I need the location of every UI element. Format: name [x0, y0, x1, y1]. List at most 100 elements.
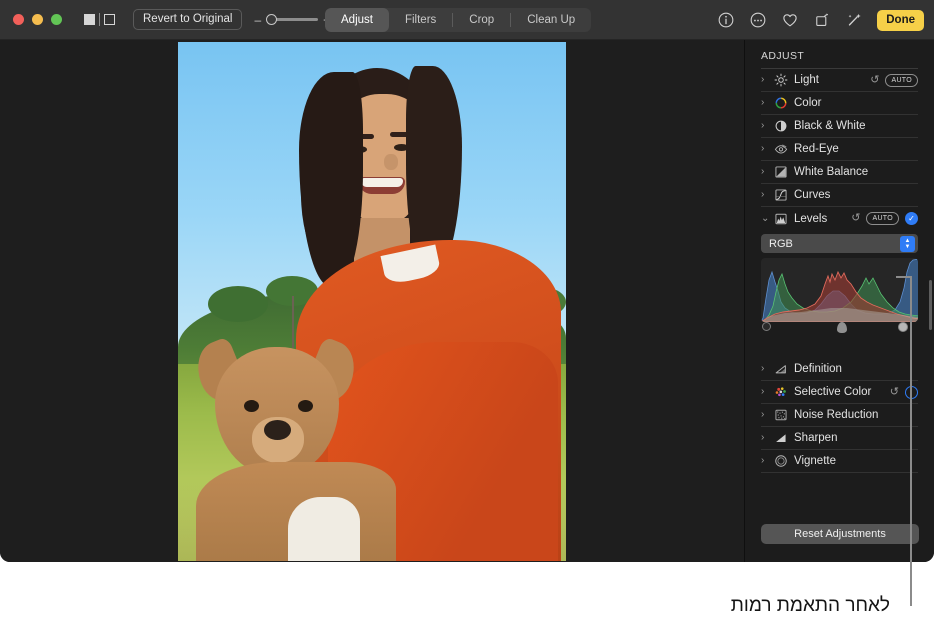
rotate-icon[interactable]: [813, 11, 831, 29]
chevron-updown-icon[interactable]: ▲▼: [900, 236, 915, 252]
zoom-slider[interactable]: – +: [254, 15, 330, 25]
chevron-right-icon[interactable]: ›: [761, 410, 770, 420]
close-window-button[interactable]: [13, 14, 24, 25]
tree: [208, 286, 268, 322]
chevron-right-icon[interactable]: ›: [761, 121, 770, 131]
nose: [384, 154, 398, 170]
half-circle-icon: [773, 119, 788, 134]
chevron-right-icon[interactable]: ›: [761, 144, 770, 154]
sidebar-scrollbar[interactable]: [929, 280, 932, 330]
sidebar-item-levels[interactable]: ⌄ Levels ↺ AUTO ✓: [761, 207, 918, 230]
favorite-heart-icon[interactable]: [781, 11, 799, 29]
selective-color-icon: [773, 385, 788, 400]
sidebar-item-label: Black & White: [794, 120, 918, 132]
sidebar-item-red-eye[interactable]: › Red-Eye: [761, 138, 918, 161]
toolbar-right-actions: Done: [717, 0, 924, 40]
curves-icon: [773, 188, 788, 203]
chevron-right-icon[interactable]: ›: [761, 167, 770, 177]
tab-clean-up[interactable]: Clean Up: [511, 8, 591, 32]
view-mode-toggle[interactable]: [84, 13, 115, 26]
sidebar-item-sharpen[interactable]: › Sharpen: [761, 427, 918, 450]
single-view-icon[interactable]: [84, 14, 95, 25]
chevron-right-icon[interactable]: ›: [761, 387, 770, 397]
color-wheel-icon: [773, 96, 788, 111]
vignette-circle-icon: [773, 454, 788, 469]
zoom-out-icon[interactable]: –: [254, 15, 261, 25]
chevron-right-icon[interactable]: ›: [761, 75, 770, 85]
levels-enabled-checkmark[interactable]: ✓: [905, 212, 918, 225]
auto-enhance-wand-icon[interactable]: [845, 11, 863, 29]
sidebar-item-white-balance[interactable]: › White Balance: [761, 161, 918, 184]
auto-badge[interactable]: AUTO: [885, 74, 918, 87]
zoom-slider-knob[interactable]: [266, 14, 277, 25]
definition-triangle-icon: [773, 362, 788, 377]
sidebar-item-color[interactable]: › Color: [761, 92, 918, 115]
levels-channel-value: RGB: [769, 238, 793, 250]
white-balance-icon: [773, 165, 788, 180]
sharpen-triangle-icon: [773, 431, 788, 446]
dog-eye: [244, 400, 259, 412]
callout-bracket: [896, 276, 912, 606]
divider: [99, 13, 100, 26]
sidebar-item-label: Color: [794, 97, 918, 109]
sidebar-item-label: Selective Color: [794, 386, 890, 398]
zoom-slider-track[interactable]: [266, 18, 318, 21]
tree-trunk: [292, 296, 294, 348]
toolbar: Revert to Original – + Adjust Filters Cr…: [0, 0, 934, 40]
photo-preview-image[interactable]: [178, 42, 566, 561]
levels-slider-track[interactable]: [761, 322, 918, 336]
revert-to-original-button[interactable]: Revert to Original: [133, 9, 242, 30]
sidebar-item-black-and-white[interactable]: › Black & White: [761, 115, 918, 138]
sidebar-item-noise-reduction[interactable]: › Noise Reduction: [761, 404, 918, 427]
dog-eye: [298, 400, 313, 412]
sidebar-item-definition[interactable]: › Definition: [761, 358, 918, 381]
teeth: [361, 178, 403, 187]
tab-adjust[interactable]: Adjust: [325, 8, 389, 32]
chevron-down-icon[interactable]: ⌄: [761, 214, 770, 224]
levels-histogram[interactable]: [761, 258, 918, 322]
sidebar-item-label: Levels: [794, 213, 851, 225]
sidebar-item-selective-color[interactable]: › Selective Color ↺: [761, 381, 918, 404]
editor-mode-tabs: Adjust Filters Crop Clean Up: [325, 8, 591, 32]
sidebar-item-light[interactable]: › Light ↺ AUTO: [761, 69, 918, 92]
chevron-right-icon[interactable]: ›: [761, 98, 770, 108]
info-icon[interactable]: [717, 11, 735, 29]
mouth: [359, 177, 405, 194]
row-controls: ↺ AUTO ✓: [851, 212, 918, 225]
dog-nose: [264, 420, 291, 440]
sidebar-item-vignette[interactable]: › Vignette: [761, 450, 918, 473]
reset-icon[interactable]: ↺: [870, 75, 879, 86]
chevron-right-icon[interactable]: ›: [761, 456, 770, 466]
zoom-window-button[interactable]: [51, 14, 62, 25]
noise-reduction-icon: [773, 408, 788, 423]
eye-crossed-icon: [773, 142, 788, 157]
sidebar-item-label: Light: [794, 74, 870, 86]
levels-histogram-icon: [773, 211, 788, 226]
sidebar-item-label: Curves: [794, 189, 918, 201]
done-button[interactable]: Done: [877, 10, 924, 31]
sidebar-item-curves[interactable]: › Curves: [761, 184, 918, 207]
levels-panel: RGB ▲▼: [761, 234, 918, 336]
chevron-right-icon[interactable]: ›: [761, 433, 770, 443]
levels-channel-select[interactable]: RGB ▲▼: [761, 234, 918, 253]
more-options-icon[interactable]: [749, 11, 767, 29]
window-controls: [13, 14, 62, 25]
auto-badge[interactable]: AUTO: [866, 212, 899, 225]
sidebar-item-label: Red-Eye: [794, 143, 918, 155]
sidebar-item-label: White Balance: [794, 166, 918, 178]
minimize-window-button[interactable]: [32, 14, 43, 25]
reset-icon[interactable]: ↺: [851, 213, 860, 224]
photo-canvas: [0, 40, 744, 562]
split-view-icon[interactable]: [104, 14, 115, 25]
dog-chest: [288, 497, 360, 561]
row-controls: ↺ AUTO: [870, 74, 918, 87]
chevron-right-icon[interactable]: ›: [761, 364, 770, 374]
sidebar-title: ADJUST: [745, 40, 934, 68]
brightness-sun-icon: [773, 73, 788, 88]
photos-editor-window: Revert to Original – + Adjust Filters Cr…: [0, 0, 934, 562]
tab-crop[interactable]: Crop: [453, 8, 510, 32]
chevron-right-icon[interactable]: ›: [761, 190, 770, 200]
levels-black-point-handle[interactable]: [762, 322, 771, 331]
tab-filters[interactable]: Filters: [389, 8, 452, 32]
callout-caption: לאחר התאמת רמות: [731, 595, 890, 617]
